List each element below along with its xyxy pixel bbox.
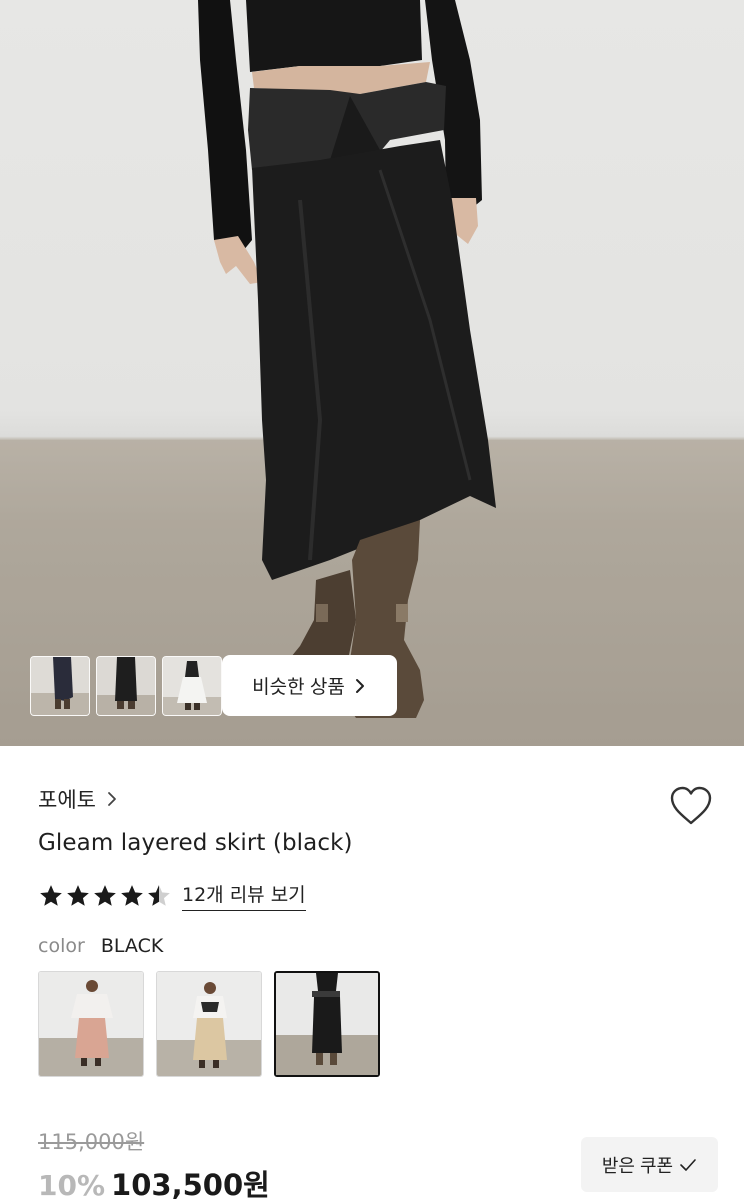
similar-products-label: 비슷한 상품 xyxy=(252,677,345,698)
star-half-icon xyxy=(148,884,170,906)
gallery-thumbnail-2[interactable] xyxy=(96,656,156,716)
color-value: BLACK xyxy=(100,935,164,957)
brand-link[interactable]: 포에토 xyxy=(38,784,118,814)
original-price: 115,000원 xyxy=(38,1130,145,1154)
gallery-thumbnail-1[interactable] xyxy=(30,656,90,716)
thumbnail-image xyxy=(31,657,89,715)
color-swatch-black[interactable] xyxy=(274,971,380,1077)
star-icon xyxy=(121,884,143,906)
star-icon xyxy=(67,884,89,906)
rating-row: 12개 리뷰 보기 xyxy=(38,880,306,911)
coupon-button[interactable]: 받은 쿠폰 xyxy=(581,1137,718,1192)
product-title: Gleam layered skirt (black) xyxy=(38,830,353,856)
rating-stars xyxy=(38,883,172,909)
wishlist-button[interactable] xyxy=(668,784,714,828)
gallery-thumbnail-3[interactable] xyxy=(162,656,222,716)
gallery-thumbnails xyxy=(30,656,222,716)
sale-price: 103,500원 xyxy=(111,1168,270,1202)
color-label: color xyxy=(38,935,85,957)
heart-icon xyxy=(670,786,712,825)
thumbnail-image xyxy=(97,657,155,715)
chevron-right-icon xyxy=(108,792,116,806)
color-swatch-beige[interactable] xyxy=(156,971,262,1077)
star-icon xyxy=(94,884,116,906)
color-swatches xyxy=(38,971,380,1077)
swatch-image xyxy=(157,972,261,1076)
product-hero-image[interactable]: 비슷한 상품 xyxy=(0,0,744,746)
color-swatch-pink[interactable] xyxy=(38,971,144,1077)
brand-name: 포에토 xyxy=(38,788,96,812)
swatch-image xyxy=(276,973,378,1075)
discount-rate: 10% xyxy=(38,1169,106,1202)
coupon-label: 받은 쿠폰 xyxy=(601,1155,674,1176)
model-photo xyxy=(0,0,744,746)
swatch-image xyxy=(39,972,143,1076)
price-row: 10% 103,500원 xyxy=(38,1162,270,1204)
check-icon xyxy=(680,1158,696,1171)
thumbnail-image xyxy=(163,657,221,715)
star-icon xyxy=(40,884,62,906)
similar-products-button[interactable]: 비슷한 상품 xyxy=(222,655,397,716)
color-row: color BLACK xyxy=(38,935,163,957)
chevron-right-icon xyxy=(355,678,364,693)
reviews-link[interactable]: 12개 리뷰 보기 xyxy=(182,880,306,911)
